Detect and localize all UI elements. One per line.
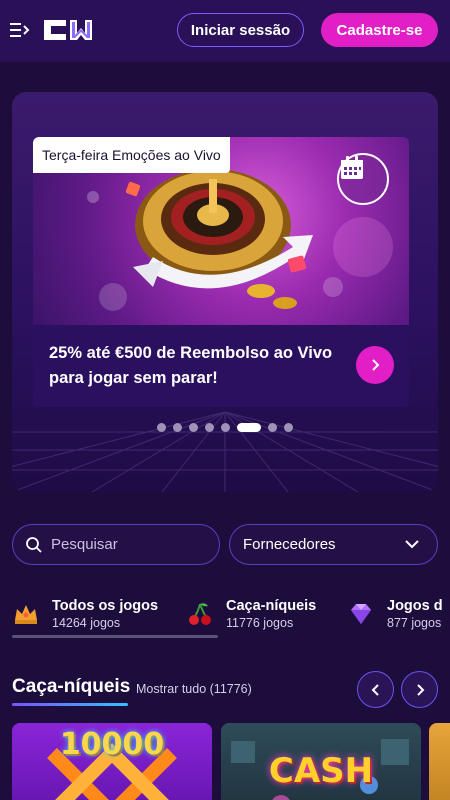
scroll-left-button[interactable] xyxy=(357,671,394,708)
scroll-right-button[interactable] xyxy=(401,671,438,708)
category-name: Todos os jogos xyxy=(52,598,159,614)
category-count: 877 jogos xyxy=(387,616,442,630)
game-title: CASH xyxy=(268,751,374,791)
category-active-underline xyxy=(12,635,218,638)
category-count: 11776 jogos xyxy=(226,616,294,630)
promo-next-button[interactable] xyxy=(356,346,394,384)
carousel-dot[interactable] xyxy=(173,422,182,432)
promo-slide[interactable]: Terça-feira Emoções ao Vivo 25% até €500… xyxy=(33,137,409,407)
section-underline xyxy=(12,703,128,706)
carousel-dot[interactable] xyxy=(268,422,277,432)
carousel-dot[interactable] xyxy=(157,422,166,432)
search-icon xyxy=(26,536,42,553)
chevron-right-icon xyxy=(372,359,380,371)
section-title: Caça-níqueis xyxy=(12,676,131,697)
carousel-dot[interactable] xyxy=(205,422,214,432)
carousel-dot[interactable] xyxy=(221,422,230,432)
promo-text: 25% até €500 de Reembolso ao Vivo para j… xyxy=(49,344,333,387)
providers-label: Fornecedores xyxy=(243,536,336,553)
chevron-left-icon xyxy=(371,683,379,696)
diamond-icon xyxy=(351,604,371,624)
carousel-dots xyxy=(12,422,438,432)
game-title: 10000 xyxy=(59,727,165,762)
top-bar: Iniciar sessão Cadastre-se xyxy=(0,0,450,62)
menu-collapse-icon[interactable] xyxy=(10,20,30,40)
carousel-dot-active[interactable] xyxy=(237,422,261,432)
search-box[interactable] xyxy=(12,524,220,565)
calendar-icon xyxy=(337,153,389,205)
category-name: Caça-níqueis xyxy=(226,598,317,614)
cherries-icon xyxy=(189,603,211,625)
carousel-dot[interactable] xyxy=(189,422,198,432)
promo-carousel: Terça-feira Emoções ao Vivo 25% até €500… xyxy=(12,92,438,492)
chevron-down-icon xyxy=(405,540,419,549)
providers-dropdown[interactable]: Fornecedores xyxy=(229,524,438,565)
logo[interactable] xyxy=(42,18,98,42)
show-all-link[interactable]: Mostrar tudo (11776) xyxy=(136,682,252,696)
promo-footer: 25% até €500 de Reembolso ao Vivo para j… xyxy=(33,325,409,407)
crown-icon xyxy=(15,605,37,624)
promo-image: Terça-feira Emoções ao Vivo xyxy=(33,137,409,325)
chevron-right-icon xyxy=(416,683,424,696)
search-input[interactable] xyxy=(51,536,201,553)
game-tile[interactable] xyxy=(429,723,450,800)
signup-button[interactable]: Cadastre-se xyxy=(321,13,438,47)
game-tile[interactable]: 10000 xyxy=(12,723,212,800)
category-count: 14264 jogos xyxy=(52,616,121,630)
game-tile[interactable]: CASH xyxy=(221,723,421,800)
grid-floor-decoration xyxy=(12,411,438,492)
category-table-games[interactable]: Jogos d 877 jogos xyxy=(347,595,450,639)
carousel-dot[interactable] xyxy=(284,422,293,432)
category-slots[interactable]: Caça-níqueis 11776 jogos xyxy=(186,595,346,639)
login-button[interactable]: Iniciar sessão xyxy=(177,13,304,47)
category-all-games[interactable]: Todos os jogos 14264 jogos xyxy=(12,595,212,639)
category-name: Jogos d xyxy=(387,598,443,614)
promo-tag: Terça-feira Emoções ao Vivo xyxy=(33,137,230,173)
category-tabs: Todos os jogos 14264 jogos Caça-níqueis … xyxy=(0,595,450,645)
